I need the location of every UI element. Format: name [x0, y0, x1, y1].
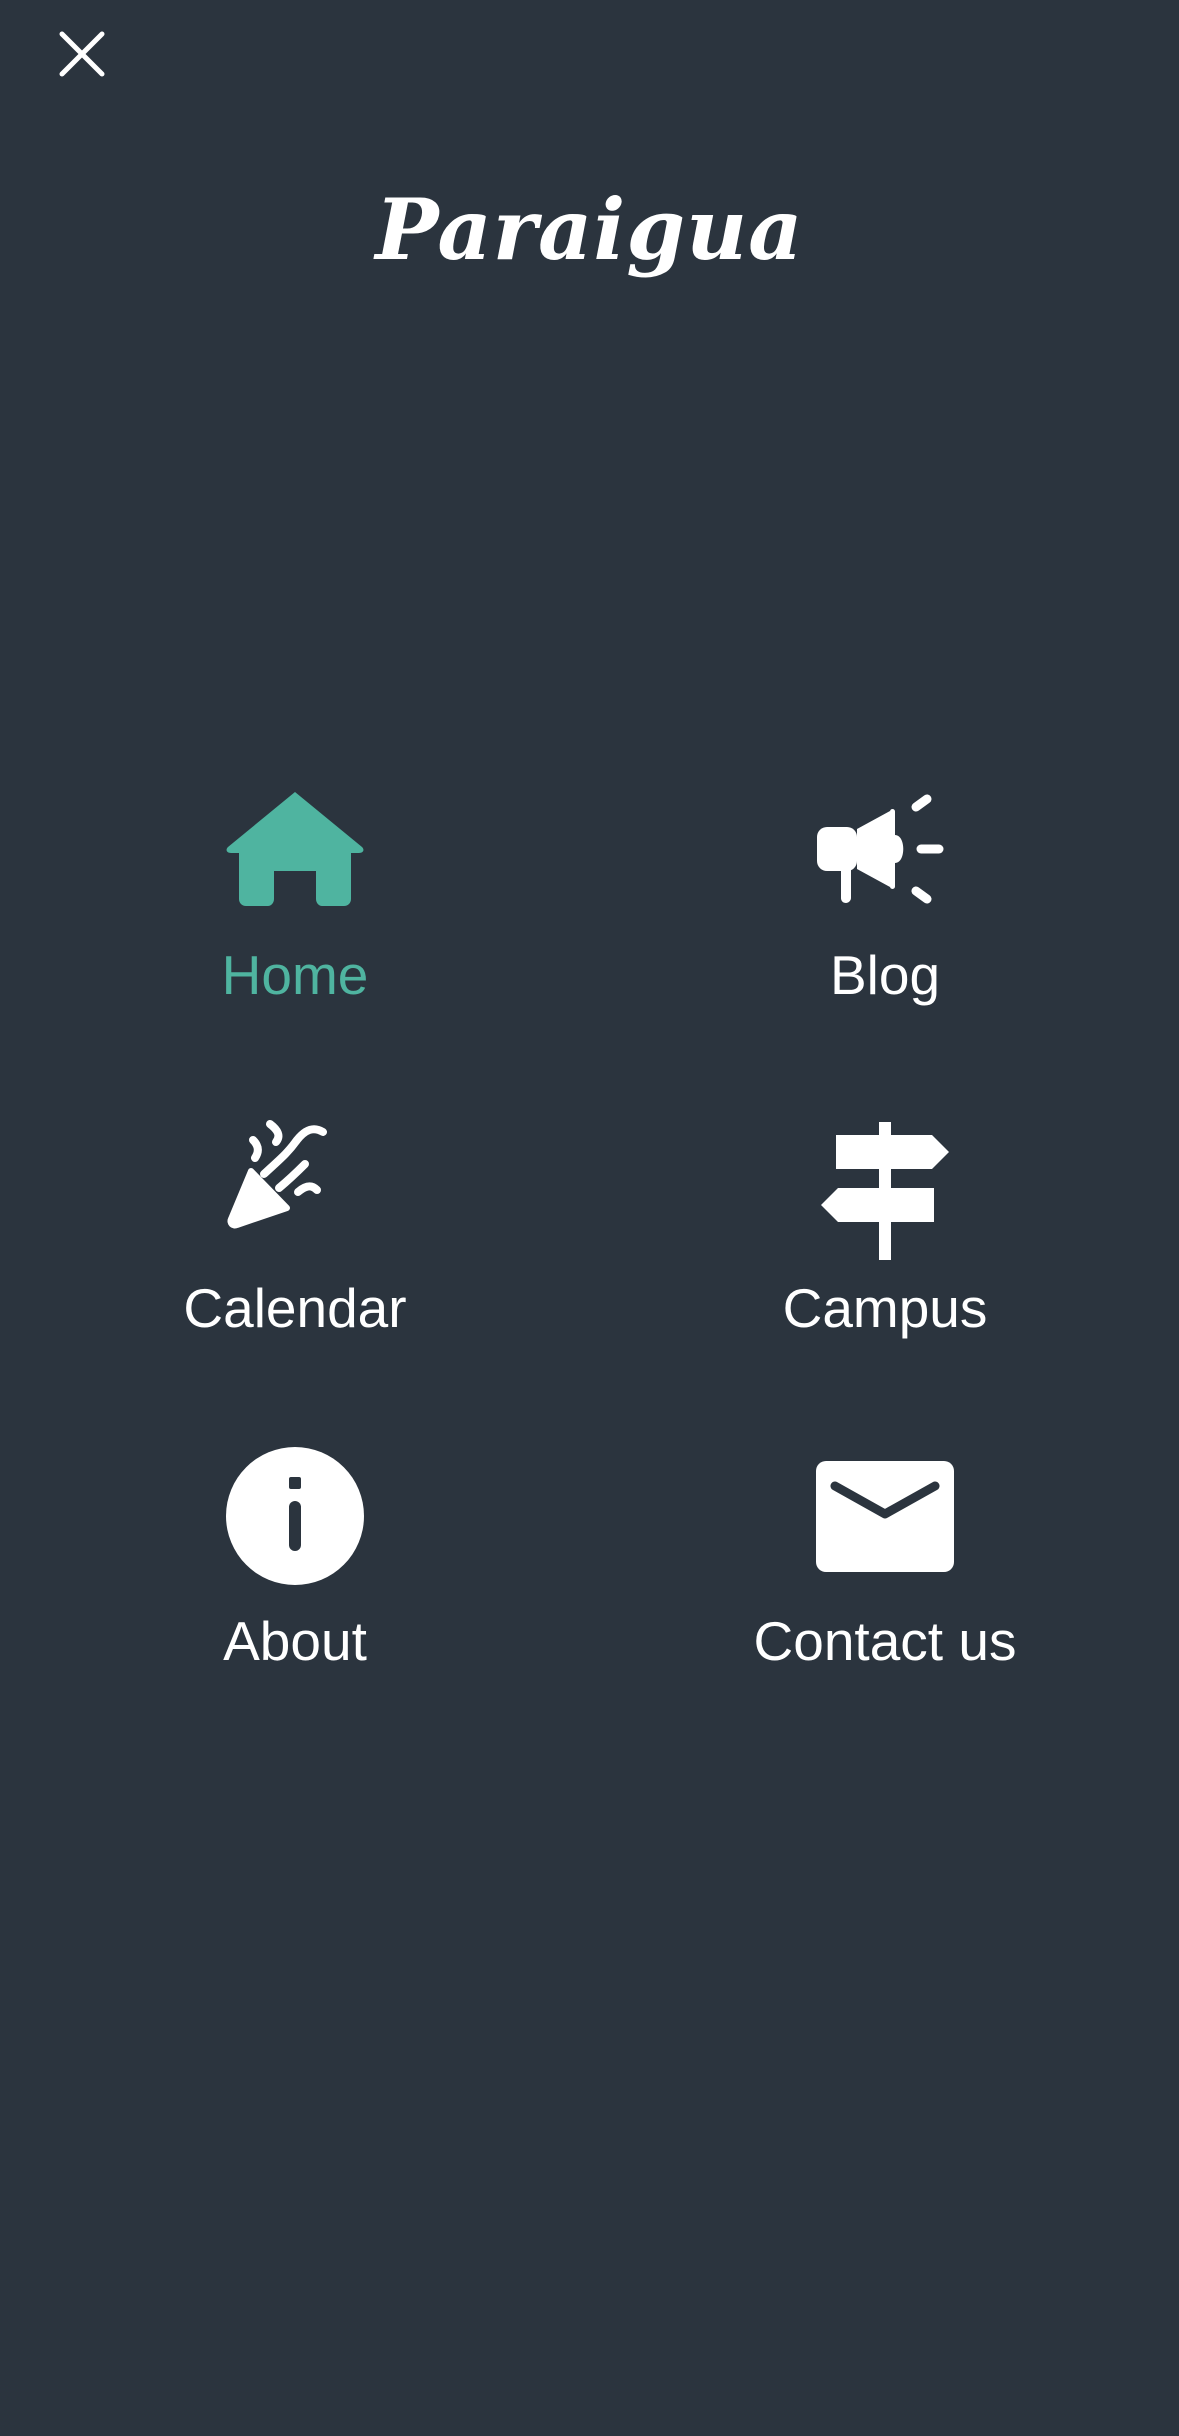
nav-label-about: About — [223, 1610, 367, 1672]
info-icon — [215, 1441, 375, 1601]
close-button[interactable] — [52, 24, 112, 84]
nav-item-calendar[interactable]: Calendar — [45, 1108, 545, 1368]
nav-label-contact-us: Contact us — [753, 1610, 1017, 1672]
envelope-icon — [805, 1441, 965, 1601]
nav-item-campus[interactable]: Campus — [635, 1108, 1135, 1368]
brand-logo: Paraigua — [375, 180, 804, 279]
home-icon — [215, 775, 375, 935]
nav-item-blog[interactable]: Blog — [635, 775, 1135, 1035]
nav-item-home[interactable]: Home — [45, 775, 545, 1035]
nav-label-campus: Campus — [782, 1277, 988, 1339]
nav-item-about[interactable]: About — [45, 1441, 545, 1701]
nav-label-calendar: Calendar — [183, 1277, 407, 1339]
close-icon — [59, 31, 105, 77]
nav-label-blog: Blog — [829, 944, 941, 1006]
nav-item-contact-us[interactable]: Contact us — [635, 1441, 1135, 1701]
nav-label-home: Home — [221, 944, 369, 1006]
signpost-icon — [805, 1108, 965, 1268]
party-popper-icon — [215, 1108, 375, 1268]
megaphone-icon — [805, 775, 965, 935]
